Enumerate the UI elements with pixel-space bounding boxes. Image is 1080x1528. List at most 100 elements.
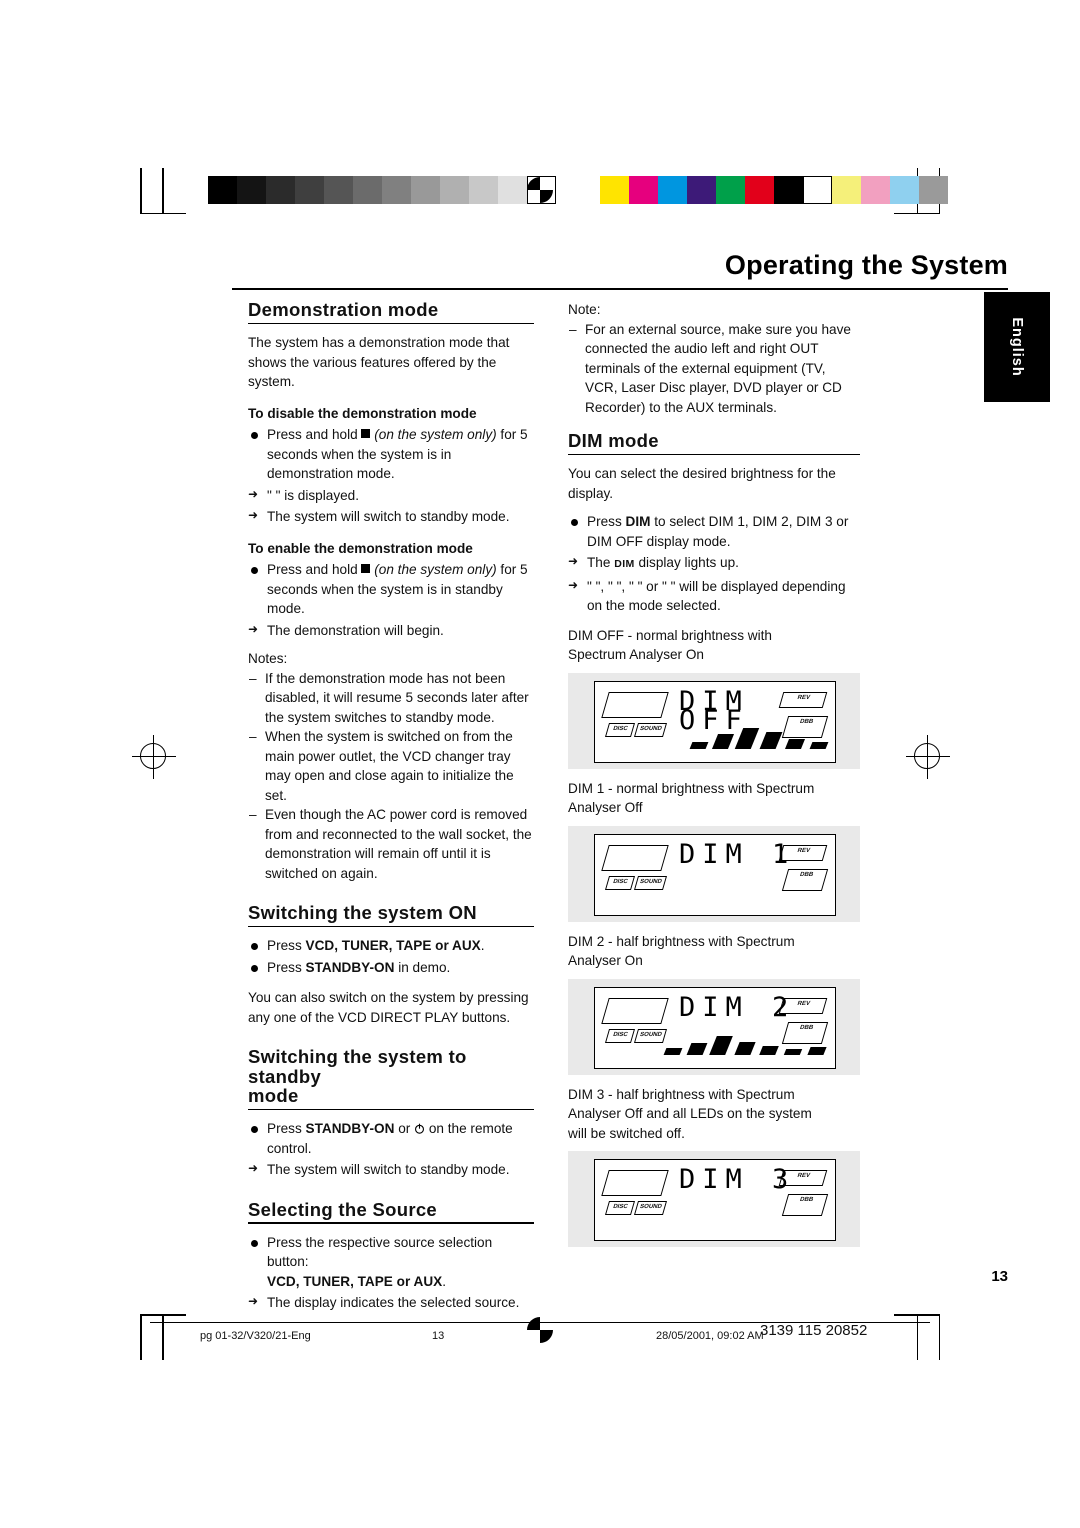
dim3-caption-line1: DIM 3 - half brightness with Spectrum (568, 1086, 795, 1102)
left-column: Demonstration mode The system has a demo… (248, 300, 534, 1315)
select-source-result: The display indicates the selected sourc… (248, 1292, 534, 1313)
footer-center: 13 (432, 1330, 445, 1342)
lcd-right-icons: REV DBB (778, 690, 829, 746)
switch-on-bullet-1: Press VCD, TUNER, TAPE or AUX. (248, 936, 534, 956)
grayscale-calibration-bar (208, 176, 556, 204)
dim-off-display-figure: DISC SOUND DIM OFF REV DBB (568, 672, 860, 769)
dim2-caption-line1: DIM 2 - half brightness with Spectrum (568, 933, 795, 949)
crop-mark-bottom-left (140, 1314, 186, 1360)
lcd-text-dim-2: DIM 2 (679, 991, 796, 1023)
dim3-caption-line3: will be switched off. (568, 1125, 685, 1141)
notes-label: Notes: (248, 651, 288, 667)
square-button-icon (361, 564, 371, 574)
gray-swatch (440, 176, 469, 204)
switching-on-heading: Switching the system ON (248, 902, 477, 924)
enable-demo-ital: (on the system only) (374, 562, 497, 578)
crop-mark-top-left (140, 168, 186, 214)
switching-standby-heading: Switching the system to standby mode (248, 1047, 534, 1106)
gray-swatch (324, 176, 353, 204)
gray-swatch (208, 176, 237, 204)
registration-mark-left (132, 735, 176, 779)
section-divider (248, 925, 534, 928)
dim-result-post: display lights up. (638, 555, 739, 571)
dim-pre: Press (587, 514, 622, 530)
selecting-source-heading: Selecting the Source (248, 1198, 437, 1220)
source-buttons-tail: . (442, 1273, 446, 1289)
registration-mark-top (527, 177, 553, 203)
color-swatch (861, 176, 890, 204)
section-divider (568, 453, 860, 456)
disable-demo-bullet: Press and hold (on the system only) for … (248, 425, 534, 484)
disable-demo-heading: To disable the demonstration mode (248, 405, 477, 421)
power-icon (414, 1120, 425, 1135)
switch-on-bullet-2: Press STANDBY-ON in demo. (248, 958, 534, 978)
registration-mark-bottom (527, 1317, 553, 1343)
gray-swatch (295, 176, 324, 204)
dim-mode-heading: DIM mode (568, 430, 659, 451)
color-swatch (890, 176, 919, 204)
demonstration-mode-heading: Demonstration mode (248, 299, 439, 320)
lcd-left-icons: DISC SOUND (601, 690, 669, 746)
standby-bullet: Press STANDBY-ON or on the remote contro… (248, 1119, 534, 1158)
color-swatch (919, 176, 948, 204)
dim3-caption-line2: Analyser Off and all LEDs on the system (568, 1106, 812, 1122)
page-title: Operating the System (724, 250, 1008, 280)
switch-on-pre: Press (267, 938, 302, 954)
lcd-right-icons: REV DBB (778, 1168, 829, 1224)
right-column: Note: For an external source, make sure … (568, 300, 860, 1257)
title-divider (232, 288, 1008, 290)
standby-result: The system will switch to standby mode. (248, 1159, 534, 1180)
crop-mark-bottom-right (894, 1314, 940, 1360)
dim-1-display-figure: DISC SOUND DIM 1 REV DBB (568, 825, 860, 922)
dim2-caption-line2: Analyser On (568, 953, 643, 969)
lcd-right-icons: REV DBB (778, 843, 829, 899)
dim-result-pre: The (587, 555, 611, 571)
dim-result-1: The DIM display lights up. (568, 552, 860, 575)
color-swatch (629, 176, 658, 204)
english-tab-label: English (1009, 317, 1025, 377)
demo-note-2: When the system is switched on from the … (248, 727, 534, 805)
page-number: 13 (991, 1268, 1008, 1285)
standby-pre: Press (267, 1121, 302, 1137)
document-page: Operating the System English Demonstrati… (0, 0, 1080, 1528)
gray-swatch (237, 176, 266, 204)
color-swatch (687, 176, 716, 204)
enable-demo-result: The demonstration will begin. (248, 620, 534, 641)
enable-demo-bullet: Press and hold (on the system only) for … (248, 560, 534, 619)
english-tab: English (984, 292, 1050, 402)
disable-demo-result-1: " " is displayed. (248, 485, 534, 506)
footer-left: pg 01-32/V320/21-Eng (200, 1330, 311, 1342)
section-divider (248, 1222, 534, 1224)
dim-2-display-figure: DISC SOUND DIM 2 REV DBB (568, 978, 860, 1075)
standby-on-button-label: STANDBY-ON (305, 1121, 395, 1137)
dim-button-label: DIM (625, 514, 651, 530)
select-source-bullet: Press the respective source selection bu… (248, 1233, 534, 1292)
select-source-text: Press the respective source selection bu… (267, 1234, 493, 1270)
demo-note-1: If the demonstration mode has not been d… (248, 669, 534, 728)
lcd-left-icons: DISC SOUND (601, 1168, 669, 1224)
switch-on-post: . (480, 938, 485, 954)
color-calibration-bar (600, 176, 948, 204)
gray-swatch (498, 176, 527, 204)
standby-mid: or (398, 1121, 411, 1137)
footer-right: 28/05/2001, 09:02 AM (656, 1330, 764, 1342)
color-swatch (745, 176, 774, 204)
lcd-left-icons: DISC SOUND (601, 843, 669, 899)
disable-demo-result-2: The system will switch to standby mode. (248, 506, 534, 527)
dim-intro: You can select the desired brightness fo… (568, 466, 836, 501)
gray-swatch (382, 176, 411, 204)
color-swatch (600, 176, 629, 204)
dim1-caption-line1: DIM 1 - normal brightness with Spectrum (568, 780, 815, 796)
lcd-text-dim-1: DIM 1 (679, 838, 796, 870)
disable-demo-ital: (on the system only) (374, 427, 497, 443)
dim-bullet: Press DIM to select DIM 1, DIM 2, DIM 3 … (568, 512, 860, 551)
switch-on-paragraph: You can also switch on the system by pre… (248, 990, 529, 1025)
switch-on2-pre: Press (267, 959, 302, 975)
gray-swatch (469, 176, 498, 204)
lcd-left-icons: DISC SOUND (601, 996, 669, 1052)
source-buttons: VCD, TUNER, TAPE or AUX (267, 1273, 443, 1289)
color-swatch (832, 176, 861, 204)
lcd-right-icons: REV DBB (778, 996, 829, 1052)
enable-demo-pre: Press and hold (267, 562, 358, 578)
disable-demo-pre: Press and hold (267, 427, 358, 443)
